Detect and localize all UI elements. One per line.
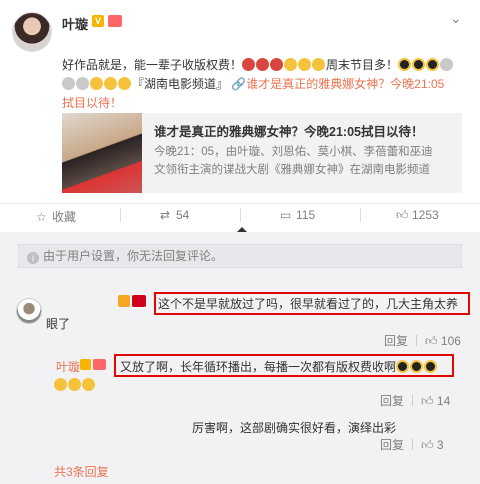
emoji-icon [76, 77, 89, 90]
divider [416, 335, 418, 346]
user-avatar[interactable] [12, 12, 52, 52]
comment-text: 这个不是早就放过了吗，很早就看过了的，几大主角太养 [158, 297, 459, 311]
divider [360, 208, 361, 222]
weibo-post: 叶璇 V ⌄ 好作品就是，能一辈子收版权费！ 周末节目多！ 『湖南电影频道』 🔗谁… [0, 0, 480, 232]
reply-button[interactable]: 回复 [384, 334, 408, 348]
topic-text: 『湖南电影频道』 [132, 77, 229, 91]
reply-actions: 回复 👍︎ 14 [380, 392, 450, 409]
like-count: 1253 [412, 208, 439, 222]
post-menu-chevron-icon[interactable]: ⌄ [450, 10, 462, 27]
reply-like-count: 3 [436, 438, 444, 452]
comment-like-count: 106 [440, 334, 461, 348]
reply-emoji-line [54, 378, 96, 392]
like-button[interactable]: 👍︎ 1253 [396, 208, 439, 223]
verified-icon: V [92, 15, 104, 27]
video-thumbnail[interactable] [62, 113, 142, 193]
verified-icon [80, 359, 91, 370]
fan-badge-icon [118, 295, 130, 307]
info-icon: i [27, 252, 39, 264]
card-desc-line: 今晚21：05，由叶璇、刘恩佑、莫小棋、李蓓蕾和巫迪 [154, 146, 433, 158]
commenter-avatar[interactable] [16, 298, 42, 324]
comment-text-continued: 眼了 [46, 317, 71, 331]
comment-count: 115 [296, 208, 316, 222]
repost-count: 54 [176, 208, 190, 222]
emoji-icon [90, 77, 103, 90]
divider [240, 208, 241, 222]
video-card[interactable]: 谁才是真正的雅典娜女神？今晚21:05拭目以待！ 今晚21：05，由叶璇、刘恩佑… [62, 113, 462, 193]
thumbs-up-icon[interactable]: 👍︎ [421, 438, 434, 452]
emoji-icon [426, 58, 440, 71]
emoji-icon [284, 58, 298, 71]
emoji-icon [82, 378, 95, 391]
member-level-icon [108, 15, 122, 27]
favorite-button[interactable]: ☆ 收藏 [36, 208, 76, 225]
post-link[interactable]: 🔗谁才是真正的雅典娜女神？今晚21:05 [231, 77, 444, 91]
reply-text-main: 又放了啊，长年循环播出，每播一次都有版权费收啊 [120, 360, 397, 374]
reply-username[interactable]: 叶璇 [56, 358, 80, 375]
reply-actions: 回复 👍︎ 3 [380, 436, 444, 453]
favorite-label: 收藏 [52, 210, 77, 224]
emoji-group-2 [398, 58, 454, 72]
emoji-icon [410, 360, 424, 373]
reply-button[interactable]: 回复 [380, 438, 404, 452]
notice-text: 由于用户设置，你无法回复评论。 [43, 249, 224, 263]
comment-icon: ▭ [280, 208, 292, 222]
reply-text: 厉害啊，这部剧确实很好看，演绎出彩 [192, 421, 397, 435]
emoji-icon [440, 58, 454, 71]
view-more-replies-link[interactable]: 共3条回复 [54, 463, 109, 480]
comment-actions: 回复 👍︎ 106 [384, 332, 461, 349]
post-username[interactable]: 叶璇 [62, 14, 88, 33]
emoji-icon [412, 58, 426, 71]
emoji-group-3 [62, 77, 132, 91]
card-description: 今晚21：05，由叶璇、刘恩佑、莫小棋、李蓓蕾和巫迪 文领衔主演的谍战大剧《雅典… [154, 143, 454, 179]
emoji-icon [312, 58, 326, 71]
emoji-icon [242, 58, 256, 71]
emoji-icon [68, 378, 81, 391]
reply-restriction-notice: i 由于用户设置，你无法回复评论。 [18, 244, 462, 268]
emoji-icon [54, 378, 67, 391]
emoji-group-1 [242, 58, 326, 72]
emoji-icon [270, 58, 284, 71]
commenter-badges [118, 295, 148, 309]
emoji-icon [396, 360, 410, 373]
post-link-continued[interactable]: 拭目以待！ [62, 94, 122, 113]
vip-badge-icon [132, 295, 146, 307]
emoji-icon [118, 77, 131, 90]
thumbs-up-icon[interactable]: 👍︎ [421, 394, 434, 408]
member-level-icon [93, 359, 106, 370]
card-title[interactable]: 谁才是真正的雅典娜女神？今晚21:05拭目以待！ [154, 121, 454, 140]
post-text-part: 周末节目多！ [326, 58, 399, 72]
divider [120, 208, 121, 222]
star-icon: ☆ [36, 210, 47, 224]
divider [412, 395, 414, 406]
comment-button[interactable]: ▭ 115 [280, 208, 315, 222]
reply-like-count: 14 [436, 394, 451, 408]
reply-button[interactable]: 回复 [380, 394, 404, 408]
repost-icon: ⇄ [160, 208, 171, 222]
card-desc-line: 文领衔主演的谍战大剧《雅典娜女神》在湖南电影频道 [154, 164, 430, 176]
thumbs-up-icon[interactable]: 👍︎ [425, 334, 438, 348]
repost-button[interactable]: ⇄ 54 [160, 208, 189, 222]
emoji-icon [104, 77, 117, 90]
post-text-part: 好作品就是，能一辈子收版权费！ [62, 58, 243, 72]
emoji-icon [298, 58, 312, 71]
reply-text: 又放了啊，长年循环播出，每播一次都有版权费收啊 [120, 358, 438, 375]
comment-section: i 由于用户设置，你无法回复评论。 这个不是早就放过了吗，很早就看过了的，几大主角… [0, 232, 480, 484]
divider [412, 439, 414, 450]
post-text: 好作品就是，能一辈子收版权费！ 周末节目多！ 『湖南电影频道』 🔗谁才是真正的雅典… [62, 56, 462, 110]
emoji-icon [398, 58, 412, 71]
emoji-icon [256, 58, 270, 71]
emoji-icon [424, 360, 438, 373]
thumbs-up-icon: 👍︎ [396, 208, 409, 222]
emoji-icon [62, 77, 75, 90]
